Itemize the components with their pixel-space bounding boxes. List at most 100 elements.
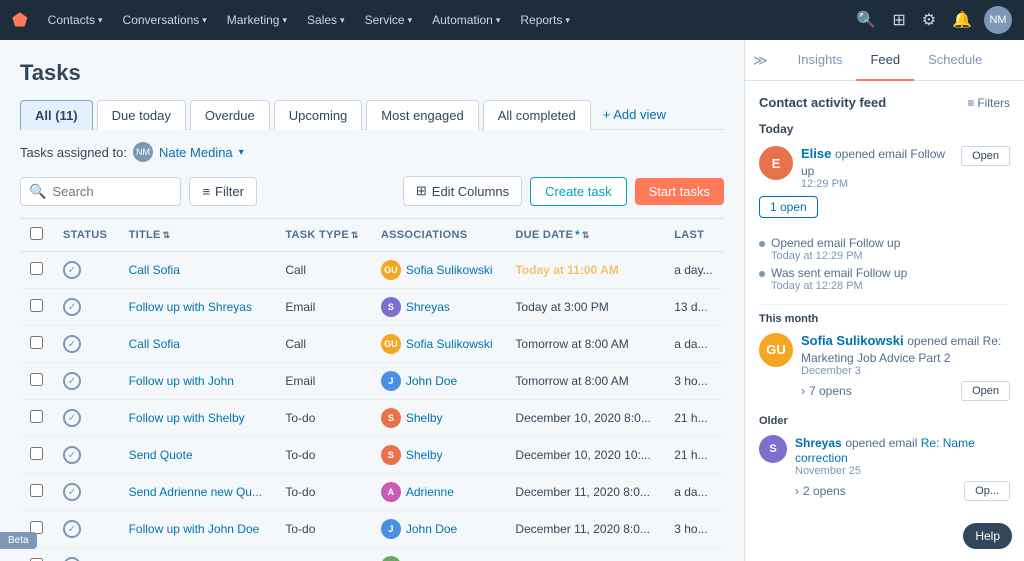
notifications-icon[interactable]: 🔔	[948, 6, 976, 34]
assignee-dropdown-icon[interactable]: ▾	[239, 147, 244, 158]
select-all-checkbox[interactable]	[30, 227, 43, 240]
hubspot-logo[interactable]: ⬟	[12, 10, 28, 31]
nav-sales[interactable]: Sales ▾	[299, 9, 353, 31]
row-task-type: To-do	[275, 400, 371, 437]
row-status: ✓	[53, 511, 119, 548]
row-checkbox[interactable]	[30, 373, 43, 386]
elise-open-button[interactable]: Open	[961, 146, 1010, 166]
assoc-avatar: GU	[381, 260, 401, 280]
row-due-date: December 11, 2020 8:0...	[505, 474, 664, 511]
row-checkbox[interactable]	[30, 336, 43, 349]
edit-columns-button[interactable]: ⊞ Edit Columns	[403, 176, 522, 206]
assignee-name[interactable]: Nate Medina	[159, 145, 233, 160]
tab-all[interactable]: All (11)	[20, 100, 93, 130]
task-title-link[interactable]: Call Sofia	[129, 337, 180, 351]
nav-reports[interactable]: Reports ▾	[512, 9, 578, 31]
tab-all-completed[interactable]: All completed	[483, 100, 591, 130]
tab-insights[interactable]: Insights	[784, 40, 857, 81]
user-avatar[interactable]: NM	[984, 6, 1012, 34]
tab-overdue[interactable]: Overdue	[190, 100, 270, 130]
assoc-link[interactable]: John Doe	[406, 374, 457, 388]
status-circle: ✓	[63, 520, 81, 538]
panel-collapse-icon[interactable]: ≫	[745, 42, 776, 79]
shreyas-avatar: S	[759, 435, 787, 463]
col-due-date[interactable]: DUE DATE*⇅	[505, 219, 664, 252]
shreyas-date: November 25	[795, 465, 1010, 477]
opens-badge[interactable]: 1 open	[759, 196, 818, 218]
row-title: Follow up with Larry	[119, 548, 276, 561]
older-section: Older S Shreyas opened email Re: Name co…	[759, 415, 1010, 501]
task-title-link[interactable]: Follow up with John Doe	[129, 522, 260, 536]
shreyas-opens-count[interactable]: › 2 opens	[795, 484, 846, 498]
create-task-button[interactable]: Create task	[530, 177, 626, 206]
shreyas-name-link[interactable]: Shreyas	[795, 436, 842, 450]
sofia-opens-count[interactable]: › 7 opens	[801, 384, 852, 398]
row-status: ✓	[53, 363, 119, 400]
panel-section-title: Contact activity feed	[759, 95, 886, 110]
assoc-link[interactable]: Shelby	[406, 448, 443, 462]
row-checkbox[interactable]	[30, 299, 43, 312]
row-task-type: Email	[275, 363, 371, 400]
tab-due-today[interactable]: Due today	[97, 100, 186, 130]
elise-time: 12:29 PM	[801, 178, 953, 190]
col-title[interactable]: TITLE⇅	[119, 219, 276, 252]
row-task-type: Email	[275, 289, 371, 326]
tab-feed[interactable]: Feed	[856, 40, 914, 81]
settings-icon[interactable]: ⚙	[918, 6, 940, 34]
table-row: ✓ Send Quote To-do S Shelby December 10,…	[20, 437, 724, 474]
sofia-open-button[interactable]: Open	[961, 381, 1010, 401]
beta-badge[interactable]: Beta	[0, 532, 37, 549]
status-circle: ✓	[63, 372, 81, 390]
tab-most-engaged[interactable]: Most engaged	[366, 100, 478, 130]
elise-name-link[interactable]: Elise	[801, 146, 831, 161]
task-title-link[interactable]: Follow up with John	[129, 374, 234, 388]
row-checkbox-cell	[20, 363, 53, 400]
row-checkbox[interactable]	[30, 484, 43, 497]
apps-icon[interactable]: ⊞	[888, 6, 909, 34]
filters-button[interactable]: ≡ Filters	[967, 96, 1010, 110]
nav-service[interactable]: Service ▾	[357, 9, 421, 31]
top-navigation: ⬟ Contacts ▾ Conversations ▾ Marketing ▾…	[0, 0, 1024, 40]
shreyas-open-button[interactable]: Op...	[964, 481, 1010, 501]
task-title-link[interactable]: Follow up with Shreyas	[129, 300, 252, 314]
nav-conversations[interactable]: Conversations ▾	[115, 9, 215, 31]
search-input[interactable]	[52, 184, 172, 199]
filter-button[interactable]: ≡ Filter	[189, 177, 256, 206]
nav-automation[interactable]: Automation ▾	[424, 9, 508, 31]
help-button[interactable]: Help	[963, 523, 1012, 549]
assoc-link[interactable]: Adrienne	[406, 485, 454, 499]
row-checkbox[interactable]	[30, 447, 43, 460]
tab-schedule[interactable]: Schedule	[914, 40, 996, 81]
older-label: Older	[759, 415, 1010, 427]
row-title: Follow up with Shreyas	[119, 289, 276, 326]
sofia-avatar: GU	[759, 333, 793, 367]
table-row: ✓ Follow up with John Doe To-do J John D…	[20, 511, 724, 548]
nav-contacts[interactable]: Contacts ▾	[40, 9, 111, 31]
search-icon[interactable]: 🔍	[852, 6, 880, 34]
task-title-link[interactable]: Send Adrienne new Qu...	[129, 485, 262, 499]
panel-contact-header-row: Contact activity feed ≡ Filters	[759, 95, 1010, 110]
col-task-type[interactable]: TASK TYPE⇅	[275, 219, 371, 252]
assoc-link[interactable]: Sofia Sulikowski	[406, 337, 493, 351]
assoc-link[interactable]: Shreyas	[406, 300, 450, 314]
tab-upcoming[interactable]: Upcoming	[274, 100, 363, 130]
nav-marketing[interactable]: Marketing ▾	[219, 9, 295, 31]
row-last: 21 h...	[664, 437, 724, 474]
assoc-link[interactable]: Sofia Sulikowski	[406, 263, 493, 277]
assoc-link[interactable]: John Doe	[406, 522, 457, 536]
task-title-link[interactable]: Call Sofia	[129, 263, 180, 277]
add-view-button[interactable]: + Add view	[595, 100, 674, 129]
task-title-link[interactable]: Send Quote	[129, 448, 193, 462]
sofia-name-link[interactable]: Sofia Sulikowski	[801, 333, 904, 348]
row-checkbox[interactable]	[30, 410, 43, 423]
row-status: ✓	[53, 289, 119, 326]
row-associations: J John Doe	[371, 363, 506, 400]
start-tasks-button[interactable]: Start tasks	[635, 178, 724, 205]
assoc-avatar: L	[381, 556, 401, 561]
left-panel: Tasks All (11) Due today Overdue Upcomin…	[0, 40, 744, 561]
task-title-link[interactable]: Follow up with Shelby	[129, 411, 245, 425]
status-circle: ✓	[63, 483, 81, 501]
activity-detail-sent: Was sent email Follow up Today at 12:28 …	[759, 266, 1010, 292]
assoc-link[interactable]: Shelby	[406, 411, 443, 425]
row-checkbox[interactable]	[30, 262, 43, 275]
